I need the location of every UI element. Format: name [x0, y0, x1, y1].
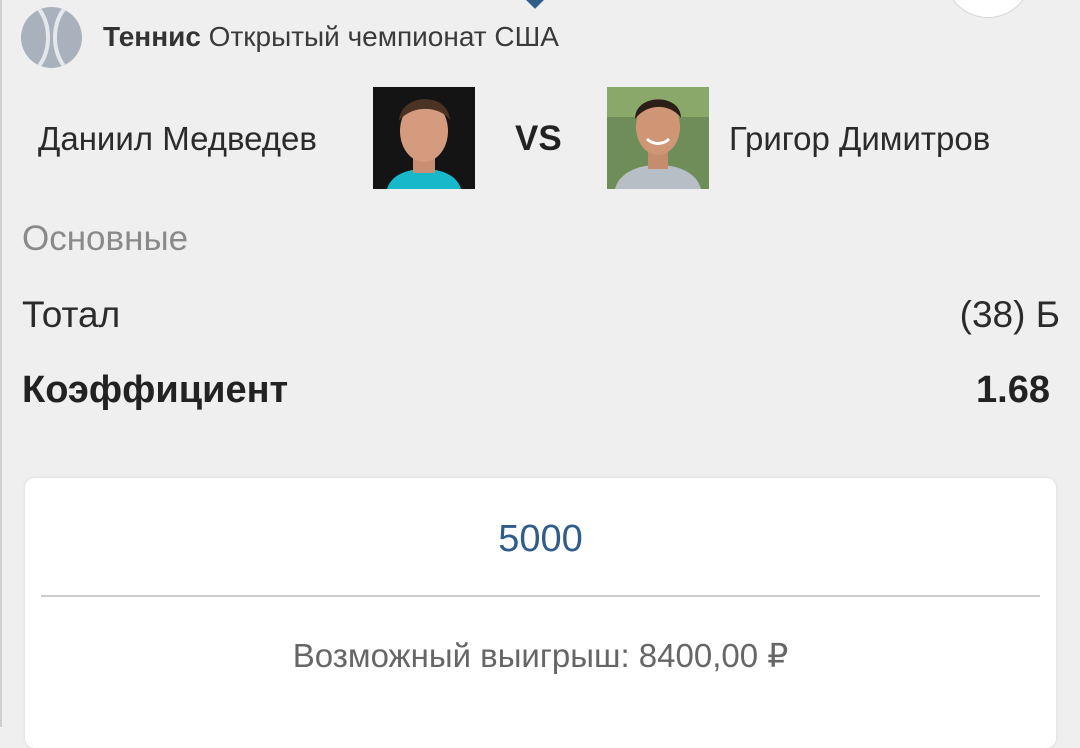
match-players: Даниил Медведев VS Григор Димитров [0, 86, 1080, 190]
tennis-ball-icon [21, 6, 82, 68]
coefficient-row: Коэффициент 1.68 [22, 369, 1060, 412]
event-header: Теннис Открытый чемпионат США [21, 6, 559, 68]
sport-name: Теннис [103, 21, 201, 52]
market-section-title: Основные [22, 219, 189, 258]
potential-payout: Возможный выигрыш: 8400,00 ₽ [292, 637, 789, 674]
bet-total-label: Тотал [22, 294, 121, 335]
header-round-button[interactable] [944, 0, 1032, 18]
stake-divider [41, 595, 1040, 597]
bet-total-value: (38) Б [959, 294, 1060, 335]
stake-amount-input[interactable]: 5000 [25, 518, 1056, 561]
player1-photo [373, 87, 475, 189]
versus-label: VS [515, 119, 562, 158]
coefficient-label: Коэффициент [22, 369, 289, 411]
bet-slip-card: 5000 Возможный выигрыш: 8400,00 ₽ [25, 478, 1056, 748]
tournament-name: Открытый чемпионат США [208, 21, 559, 52]
player2-photo [607, 87, 709, 189]
bet-total-row: Тотал (38) Б [22, 294, 1060, 336]
player1-name: Даниил Медведев [38, 120, 317, 157]
player2-name: Григор Димитров [729, 120, 991, 157]
coefficient-value: 1.68 [976, 369, 1050, 411]
event-title: Теннис Открытый чемпионат США [103, 21, 559, 53]
